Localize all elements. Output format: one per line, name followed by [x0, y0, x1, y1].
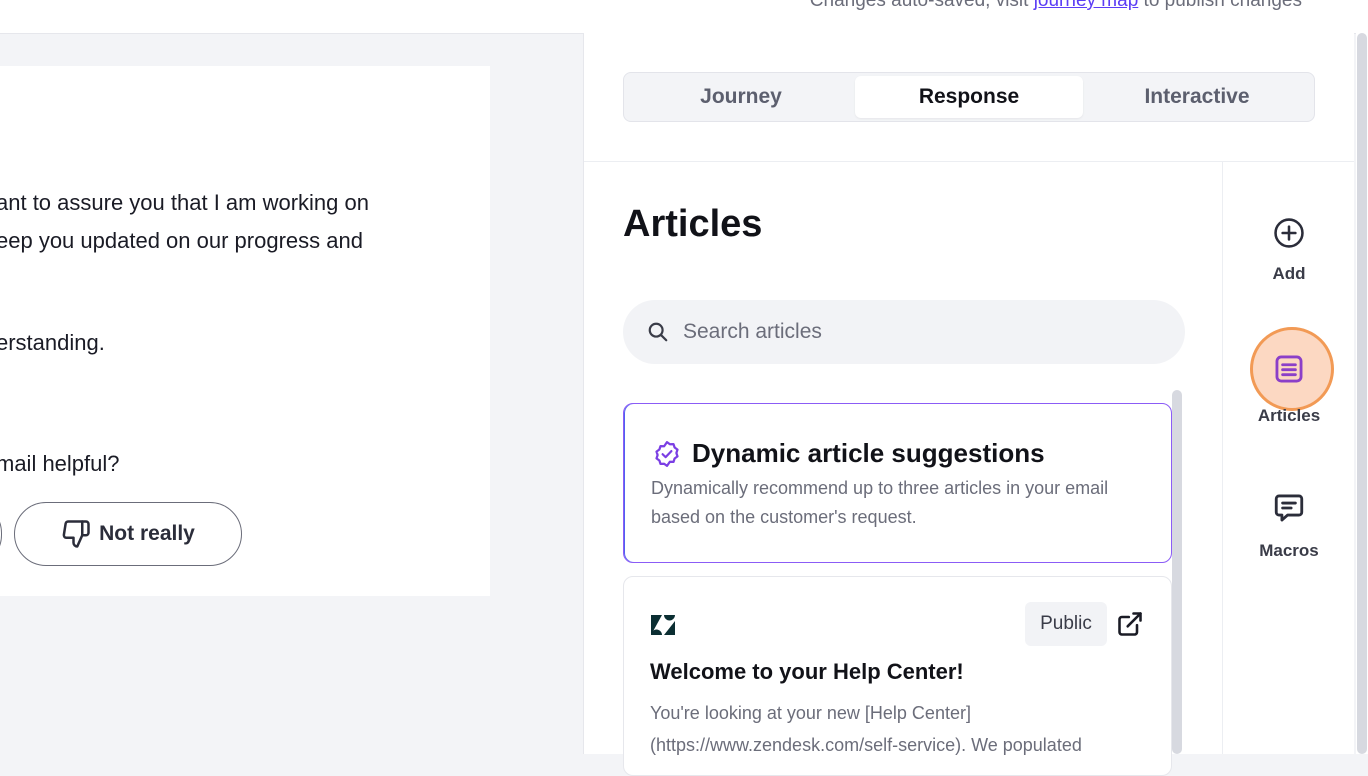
article-icon	[1275, 355, 1303, 383]
top-bar: Changes auto-saved, visit journey map to…	[0, 0, 1368, 34]
feedback-question: mail helpful?	[0, 451, 120, 476]
rail-macros-button[interactable]: Macros	[1232, 491, 1346, 561]
feedback-no-label: Not really	[99, 522, 195, 545]
article-search[interactable]	[623, 300, 1185, 364]
rail-add-label: Add	[1272, 264, 1306, 283]
macro-icon	[1274, 494, 1304, 522]
rail-macros-label: Macros	[1259, 541, 1319, 560]
autosave-notice-suffix: to publish changes	[1138, 0, 1302, 11]
email-body-line: ant to assure you that I am working on	[0, 190, 369, 215]
articles-heading: Articles	[623, 203, 763, 245]
article-card[interactable]: Public Welcome to your Help Center! You'…	[623, 576, 1172, 776]
panel-tabs: Journey Response Interactive	[623, 72, 1315, 122]
rail-articles-label: Articles	[1257, 406, 1321, 425]
email-body-line: eep you updated on our progress and	[0, 228, 363, 253]
dynamic-suggestions-description: Dynamically recommend up to three articl…	[651, 478, 1109, 527]
article-excerpt: You're looking at your new [Help Center]…	[650, 703, 1082, 755]
search-icon	[648, 322, 668, 342]
plus-circle-icon	[1274, 218, 1304, 248]
articles-scrollbar[interactable]	[1172, 390, 1182, 754]
zendesk-logo-icon	[651, 615, 675, 635]
response-panel: Journey Response Interactive Articles Dy…	[583, 33, 1354, 776]
thumbs-down-icon	[62, 520, 90, 548]
autosave-notice: Changes auto-saved, visit journey map to…	[810, 0, 1302, 12]
autosave-notice-text: Changes auto-saved, visit	[809, 0, 1034, 11]
external-link-icon[interactable]	[1116, 610, 1144, 638]
tab-interactive[interactable]: Interactive	[1083, 76, 1311, 118]
rail-articles-button[interactable]: Articles	[1232, 352, 1346, 426]
tab-response[interactable]: Response	[855, 76, 1083, 118]
dynamic-suggestions-title: Dynamic article suggestions	[692, 438, 1045, 468]
journey-map-link[interactable]: journey map	[1034, 0, 1139, 11]
search-input[interactable]	[681, 319, 1165, 345]
article-title: Welcome to your Help Center!	[650, 659, 964, 684]
feedback-yes-button[interactable]	[0, 502, 2, 566]
feedback-no-button[interactable]: Not really	[14, 502, 242, 566]
page-scrollbar[interactable]	[1356, 33, 1368, 754]
dynamic-suggestions-header: Dynamic article suggestions	[652, 438, 1045, 469]
dynamic-suggestions-card[interactable]: Dynamic article suggestions Dynamically …	[623, 403, 1172, 563]
divider	[584, 161, 1354, 162]
tab-journey[interactable]: Journey	[627, 76, 855, 118]
verified-badge-icon	[655, 440, 679, 467]
divider	[1222, 162, 1223, 754]
rail-add-button[interactable]: Add	[1232, 216, 1346, 284]
email-body-line: erstanding.	[0, 330, 105, 355]
email-preview: ant to assure you that I am working on e…	[0, 66, 490, 596]
page-scrollbar-thumb[interactable]	[1357, 33, 1367, 754]
visibility-badge: Public	[1025, 602, 1107, 646]
